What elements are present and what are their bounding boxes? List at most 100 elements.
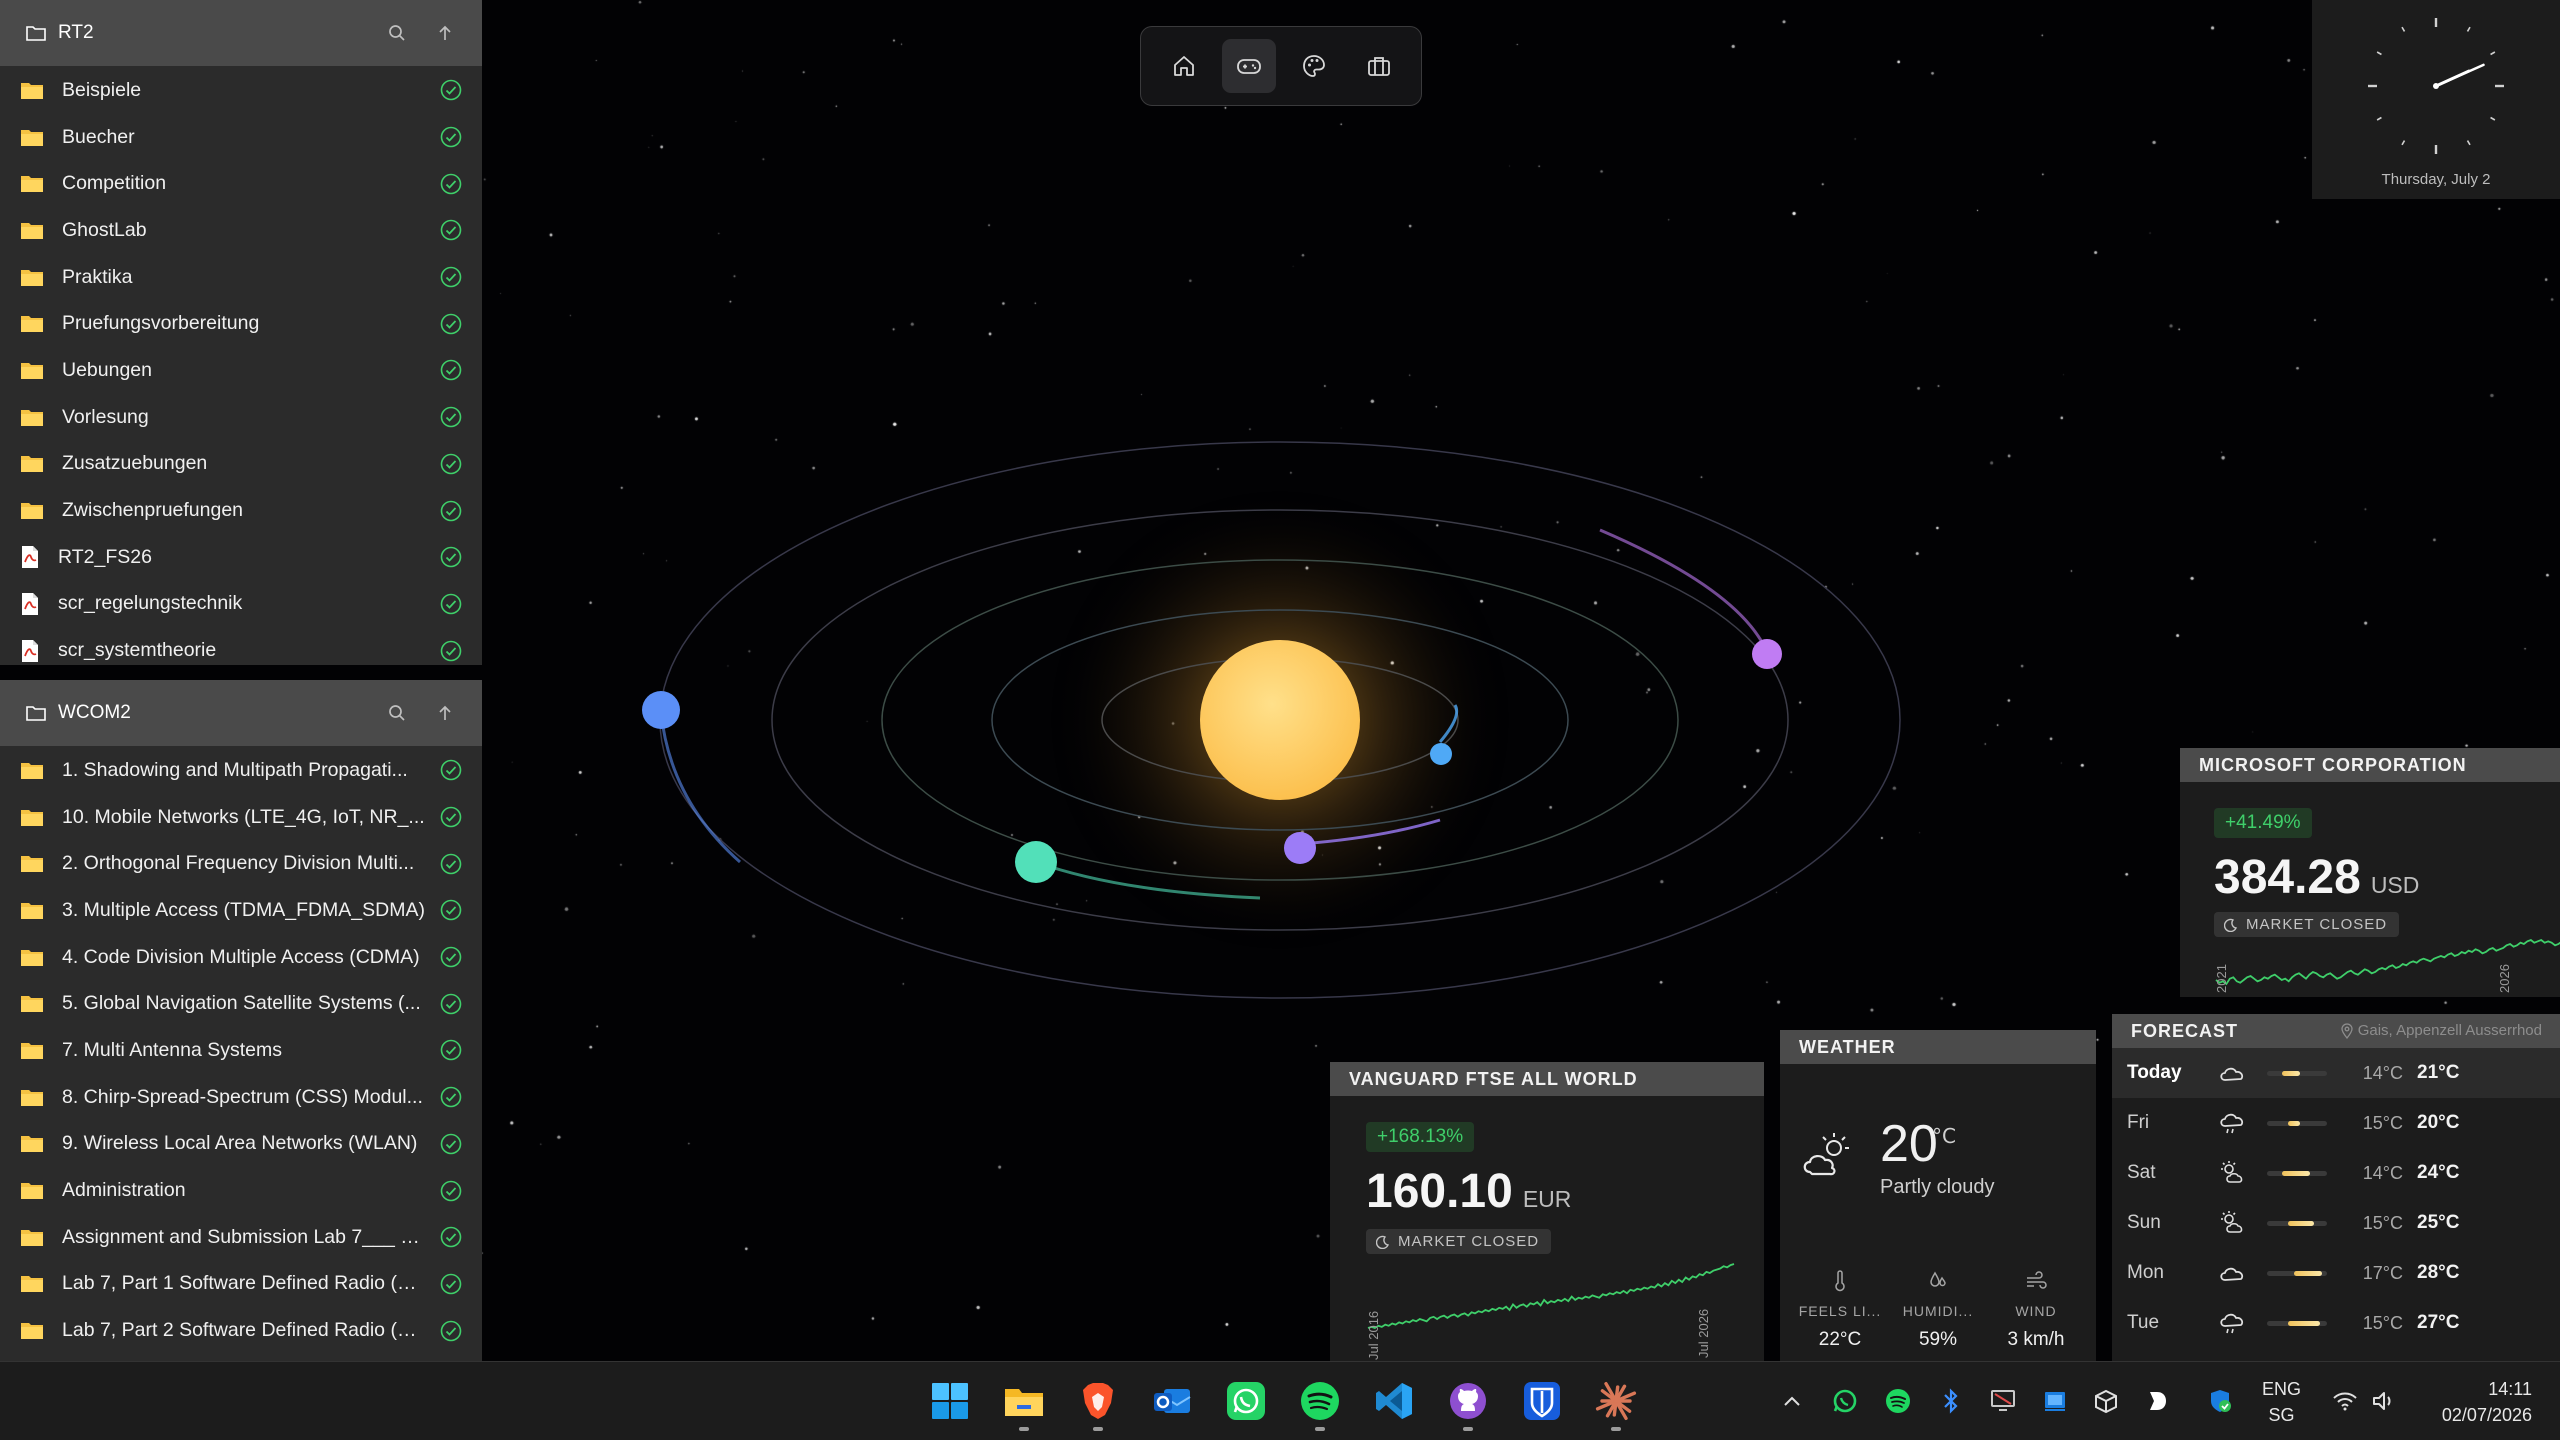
- planet-5: [642, 691, 680, 729]
- bitwarden-button[interactable]: [1519, 1378, 1565, 1424]
- moon-icon: [2224, 918, 2238, 932]
- folder-item[interactable]: Zwischenpruefungen: [0, 487, 482, 534]
- folder-item[interactable]: 8. Chirp-Spread-Spectrum (CSS) Modul...: [0, 1074, 482, 1121]
- claude-button[interactable]: [1593, 1378, 1639, 1431]
- current-temperature: 20: [1880, 1115, 1938, 1173]
- clock-tick: [2466, 26, 2471, 32]
- stock-title: MICROSOFT CORPORATION: [2180, 748, 2560, 782]
- tray-screen-tool[interactable]: [1989, 1386, 2019, 1416]
- stock-widget-msft[interactable]: MICROSOFT CORPORATION +41.49% 384.28 USD …: [2180, 748, 2560, 997]
- folder-item[interactable]: 5. Global Navigation Satellite Systems (…: [0, 980, 482, 1027]
- forecast-high: 20°C: [2417, 1112, 2460, 1133]
- stock-sparkline: [1367, 1263, 1735, 1329]
- folder-item[interactable]: Pruefungsvorbereitung: [0, 300, 482, 347]
- tray-app-blue[interactable]: [2040, 1386, 2070, 1416]
- start-icon: [932, 1383, 968, 1419]
- whatsapp-button[interactable]: [1223, 1378, 1269, 1424]
- item-label: Zwischenpruefungen: [62, 499, 244, 522]
- top-dock: [1140, 26, 1422, 106]
- tray-volume[interactable]: [2369, 1386, 2399, 1416]
- sync-check-icon: [440, 360, 462, 381]
- tray-d-app[interactable]: [2142, 1386, 2172, 1416]
- bitwarden-icon: [1524, 1382, 1560, 1420]
- sync-check-icon: [440, 1273, 462, 1295]
- arrow-up-icon[interactable]: [434, 702, 456, 724]
- item-label: Lab 7, Part 1 Software Defined Radio (S.…: [62, 1272, 426, 1295]
- folder-item[interactable]: Beispiele: [0, 67, 482, 114]
- tray-bluetooth[interactable]: [1936, 1386, 1966, 1416]
- clock-face: [2368, 18, 2504, 154]
- system-clock[interactable]: 14:11 02/07/2026: [2424, 1376, 2532, 1428]
- folder-item[interactable]: 3. Multiple Access (TDMA_FDMA_SDMA): [0, 887, 482, 934]
- file-item[interactable]: scr_systemtheorie: [0, 627, 482, 665]
- folder-item[interactable]: Competition: [0, 160, 482, 207]
- home-button[interactable]: [1157, 39, 1211, 93]
- folder-item[interactable]: 10. Mobile Networks (LTE_4G, IoT, NR_...: [0, 794, 482, 841]
- arrow-up-icon[interactable]: [434, 22, 456, 44]
- stock-change-badge: +41.49%: [2214, 808, 2312, 838]
- speaker-icon: [2373, 1392, 2391, 1410]
- search-icon[interactable]: [386, 702, 408, 724]
- folder-item[interactable]: Vorlesung: [0, 394, 482, 441]
- file-item[interactable]: RT2_FS26: [0, 534, 482, 581]
- folder-item[interactable]: Administration: [0, 1167, 482, 1214]
- brave-button[interactable]: [1075, 1378, 1121, 1431]
- forecast-high: 24°C: [2417, 1162, 2460, 1183]
- games-button[interactable]: [1221, 39, 1276, 93]
- folder-item[interactable]: Praktika: [0, 254, 482, 301]
- folder-item[interactable]: Zusatzuebungen: [0, 441, 482, 488]
- tray-3d-app[interactable]: [2091, 1386, 2121, 1416]
- folder-item[interactable]: Buecher: [0, 114, 482, 161]
- folder-icon: [21, 1183, 43, 1200]
- folder-item[interactable]: Uebungen: [0, 347, 482, 394]
- pdf-file-icon: [22, 639, 38, 662]
- folder-item[interactable]: Lab 7, Part 1 Software Defined Radio (S.…: [0, 1261, 482, 1308]
- sync-check-icon: [440, 126, 462, 148]
- brave-browser-icon: [1083, 1383, 1113, 1419]
- tray-whatsapp[interactable]: [1830, 1386, 1860, 1416]
- folder-item[interactable]: 4. Code Division Multiple Access (CDMA): [0, 934, 482, 981]
- folder-list: Beispiele Buecher Competition GhostLab Prakt…: [0, 66, 482, 665]
- item-label: Beispiele: [62, 78, 142, 101]
- folder-icon: [21, 902, 43, 919]
- location-pin-icon: [2341, 1022, 2353, 1039]
- folder-icon: [21, 1229, 43, 1246]
- panel-header: WCOM2: [0, 680, 482, 746]
- folder-icon: [21, 503, 43, 520]
- vscode-button[interactable]: [1371, 1378, 1417, 1424]
- shield-check-icon: [2211, 1390, 2231, 1412]
- item-label: RT2_FS26: [58, 545, 152, 568]
- start-button[interactable]: [927, 1378, 973, 1424]
- folder-item[interactable]: Assignment and Submission Lab 7___ S...: [0, 1214, 482, 1261]
- file-explorer-button[interactable]: [1001, 1378, 1047, 1431]
- stock-widget-vanguard[interactable]: VANGUARD FTSE ALL WORLD +168.13% 160.10 E…: [1330, 1062, 1764, 1361]
- weather-widget[interactable]: WEATHER 20 °C Partly cloudy FEELS LI... …: [1780, 1030, 2096, 1361]
- forecast-widget[interactable]: FORECAST Gais, Appenzell Ausserrhod Toda…: [2112, 1014, 2560, 1361]
- item-label: 4. Code Division Multiple Access (CDMA): [62, 945, 420, 968]
- file-item[interactable]: scr_regelungstechnik: [0, 581, 482, 628]
- outlook-button[interactable]: [1149, 1378, 1195, 1424]
- spotify-button[interactable]: [1297, 1378, 1343, 1431]
- github-desktop-button[interactable]: [1445, 1378, 1491, 1431]
- folder-item[interactable]: Lab 7, Part 2 Software Defined Radio (S.…: [0, 1307, 482, 1354]
- show-hidden-icons-button[interactable]: [1777, 1386, 1807, 1416]
- temperature-range-bar: [2267, 1220, 2327, 1226]
- work-button[interactable]: [1352, 39, 1406, 93]
- tray-windows-security[interactable]: [2205, 1386, 2235, 1416]
- spotify-icon: [1886, 1389, 1910, 1413]
- tray-spotify[interactable]: [1883, 1386, 1913, 1416]
- folder-item[interactable]: 9. Wireless Local Area Networks (WLAN): [0, 1121, 482, 1168]
- folder-item[interactable]: 2. Orthogonal Frequency Division Multi..…: [0, 840, 482, 887]
- sun-cloud-icon: [2221, 1161, 2243, 1183]
- folder-icon: [21, 456, 43, 473]
- folder-item[interactable]: 7. Multi Antenna Systems: [0, 1027, 482, 1074]
- input-language-indicator[interactable]: ENG SG: [2262, 1376, 2301, 1428]
- item-label: Pruefungsvorbereitung: [62, 312, 260, 335]
- planet-1: [1430, 743, 1452, 765]
- tray-wifi[interactable]: [2330, 1386, 2360, 1416]
- item-label: Competition: [62, 172, 167, 195]
- folder-item[interactable]: 1. Shadowing and Multipath Propagati...: [0, 747, 482, 794]
- themes-button[interactable]: [1287, 39, 1341, 93]
- search-icon[interactable]: [386, 22, 408, 44]
- folder-item[interactable]: GhostLab: [0, 207, 482, 254]
